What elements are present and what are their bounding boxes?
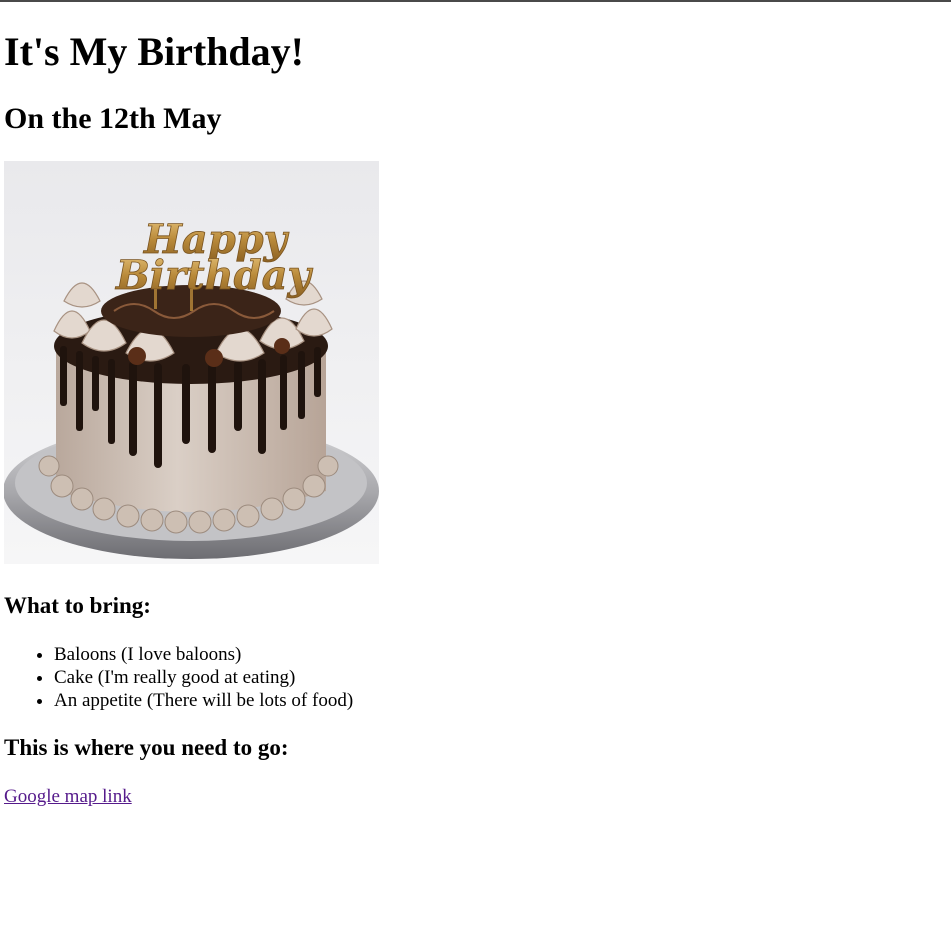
what-to-bring-heading: What to bring: [4,593,151,618]
page-title: It's My Birthday! [4,29,304,74]
svg-text:Birthday: Birthday [115,252,314,299]
google-map-link[interactable]: Google map link [4,785,132,808]
cake-illustration: Happy Birthday [4,161,379,564]
birthday-cake-image: Happy Birthday [4,161,379,564]
list-item: Baloons (I love baloons) [54,643,353,666]
location-heading: This is where you need to go: [4,735,289,760]
top-border [0,0,951,2]
list-item: An appetite (There will be lots of food) [54,689,353,712]
bring-list: Baloons (I love baloons) Cake (I'm reall… [4,643,353,712]
list-item: Cake (I'm really good at eating) [54,666,353,689]
date-subtitle: On the 12th May [4,102,222,135]
